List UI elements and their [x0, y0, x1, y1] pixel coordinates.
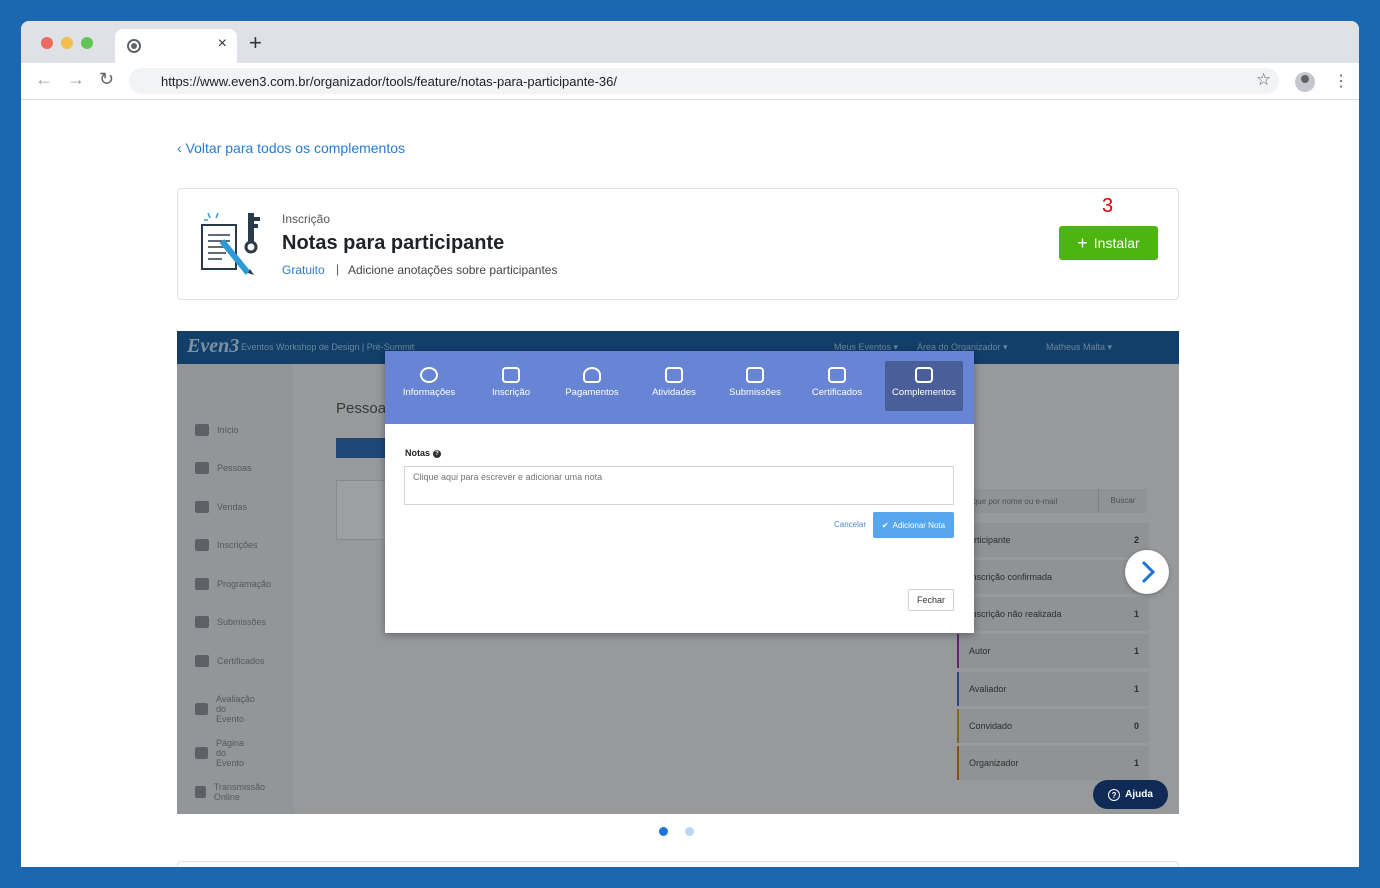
- tab-atividades[interactable]: Atividades: [636, 361, 712, 411]
- plus-icon: +: [1077, 232, 1088, 253]
- chevron-left-icon: ‹: [177, 140, 186, 156]
- chevron-right-icon: [1141, 560, 1156, 584]
- close-window-button[interactable]: [41, 37, 53, 49]
- notes-modal: Informações Inscrição Pagamentos Ativida…: [385, 351, 974, 633]
- carousel-next-button[interactable]: [1125, 550, 1169, 594]
- notes-pencil-key-icon: [201, 212, 260, 275]
- bookmark-star-icon[interactable]: ☆: [1256, 70, 1271, 90]
- help-button[interactable]: ? Ajuda: [1093, 780, 1168, 809]
- tab-close-button[interactable]: ×: [218, 35, 227, 53]
- cancel-button[interactable]: Cancelar: [834, 520, 866, 529]
- url-text[interactable]: https://www.even3.com.br/organizador/too…: [161, 74, 617, 89]
- back-link-label: Voltar para todos os complementos: [185, 140, 406, 156]
- browser-tab[interactable]: ×: [115, 29, 237, 63]
- chrome-icon: [127, 39, 141, 53]
- tab-informacoes[interactable]: Informações: [391, 361, 467, 411]
- new-tab-button[interactable]: +: [249, 32, 262, 54]
- minimize-window-button[interactable]: [61, 37, 73, 49]
- install-button[interactable]: + Instalar: [1059, 226, 1158, 260]
- url-field[interactable]: https://www.even3.com.br/organizador/too…: [129, 68, 1279, 94]
- question-icon: ?: [1108, 788, 1121, 801]
- address-bar: ← → ↻ https://www.even3.com.br/organizad…: [21, 63, 1359, 100]
- feature-screenshot: Even3 Eventos Workshop de Design | Pré-S…: [177, 331, 1179, 814]
- back-arrow-icon[interactable]: ←: [35, 69, 53, 90]
- forward-arrow-icon[interactable]: →: [67, 69, 85, 90]
- help-icon: ?: [433, 449, 442, 458]
- maximize-window-button[interactable]: [81, 37, 93, 49]
- modal-tab-bar: Informações Inscrição Pagamentos Ativida…: [385, 351, 974, 424]
- feature-category: Inscrição: [282, 212, 331, 226]
- profile-avatar-icon[interactable]: [1295, 72, 1315, 92]
- tab-pagamentos[interactable]: Pagamentos: [554, 361, 630, 411]
- tab-submissoes[interactable]: Submissões: [717, 361, 793, 411]
- feature-description: Adicione anotações sobre participantes: [348, 263, 558, 277]
- bottom-card: [177, 861, 1179, 867]
- carousel-dot-active[interactable]: [659, 827, 668, 836]
- step-marker: 3: [1102, 195, 1114, 217]
- reload-icon[interactable]: ↻: [99, 69, 114, 90]
- browser-window: × + ← → ↻ https://www.even3.com.br/organ…: [21, 21, 1359, 867]
- separator: |: [336, 262, 340, 276]
- close-modal-button[interactable]: Fechar: [908, 589, 954, 611]
- tab-certificados[interactable]: Certificados: [799, 361, 875, 411]
- carousel-dot[interactable]: [685, 827, 694, 836]
- tab-inscricao[interactable]: Inscrição: [473, 361, 549, 411]
- feature-price: Gratuito: [282, 263, 325, 277]
- feature-title: Notas para participante: [282, 232, 505, 254]
- tab-complementos[interactable]: Complementos: [885, 361, 963, 411]
- notes-label: Notas?: [405, 448, 442, 458]
- add-note-button[interactable]: ✔ Adicionar Nota: [873, 512, 954, 538]
- notes-textarea[interactable]: [404, 466, 954, 505]
- install-label: Instalar: [1093, 235, 1140, 251]
- help-label: Ajuda: [1125, 789, 1153, 800]
- feature-card: Inscrição Notas para participante Gratui…: [177, 188, 1179, 300]
- browser-menu-icon[interactable]: ⋮: [1333, 71, 1349, 91]
- tab-bar: × +: [21, 21, 1359, 63]
- check-icon: ✔: [881, 520, 889, 530]
- back-to-complements-link[interactable]: ‹ Voltar para todos os complementos: [177, 140, 405, 156]
